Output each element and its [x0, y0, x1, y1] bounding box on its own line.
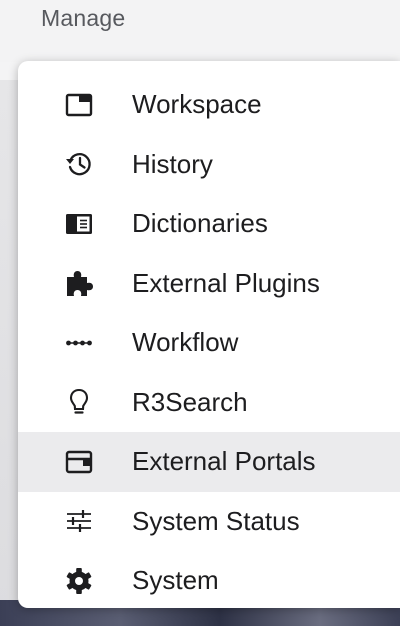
menu-item-label: Dictionaries	[132, 208, 268, 239]
manage-dropdown-menu: Workspace History Dictionaries External …	[18, 61, 400, 608]
sliders-icon	[62, 504, 96, 538]
menu-item-workspace[interactable]: Workspace	[18, 75, 400, 135]
workspace-icon	[62, 88, 96, 122]
menu-item-label: R3Search	[132, 386, 248, 417]
menu-item-label: Workflow	[132, 327, 239, 358]
menu-item-label: External Plugins	[132, 267, 320, 298]
menu-item-dictionaries[interactable]: Dictionaries	[18, 194, 400, 254]
manage-header: Manage	[41, 5, 126, 31]
portal-window-icon	[62, 445, 96, 479]
menu-item-label: External Portals	[132, 446, 316, 477]
puzzle-piece-icon	[62, 266, 96, 300]
menu-item-label: History	[132, 148, 213, 179]
menu-item-external-portals[interactable]: External Portals	[18, 432, 400, 492]
lightbulb-icon	[62, 385, 96, 419]
menu-list: Workspace History Dictionaries External …	[18, 61, 400, 611]
workflow-icon	[62, 326, 96, 360]
menu-item-label: Workspace	[132, 89, 262, 120]
page-background-strip	[0, 80, 20, 626]
menu-item-history[interactable]: History	[18, 135, 400, 195]
menu-item-system-status[interactable]: System Status	[18, 492, 400, 552]
menu-item-workflow[interactable]: Workflow	[18, 313, 400, 373]
gear-icon	[62, 564, 96, 598]
menu-item-r3search[interactable]: R3Search	[18, 373, 400, 433]
menu-item-external-plugins[interactable]: External Plugins	[18, 254, 400, 314]
menu-item-label: System	[132, 565, 219, 596]
menu-item-label: System Status	[132, 505, 300, 536]
menu-item-system[interactable]: System	[18, 551, 400, 611]
history-icon	[62, 147, 96, 181]
dictionary-icon	[62, 207, 96, 241]
